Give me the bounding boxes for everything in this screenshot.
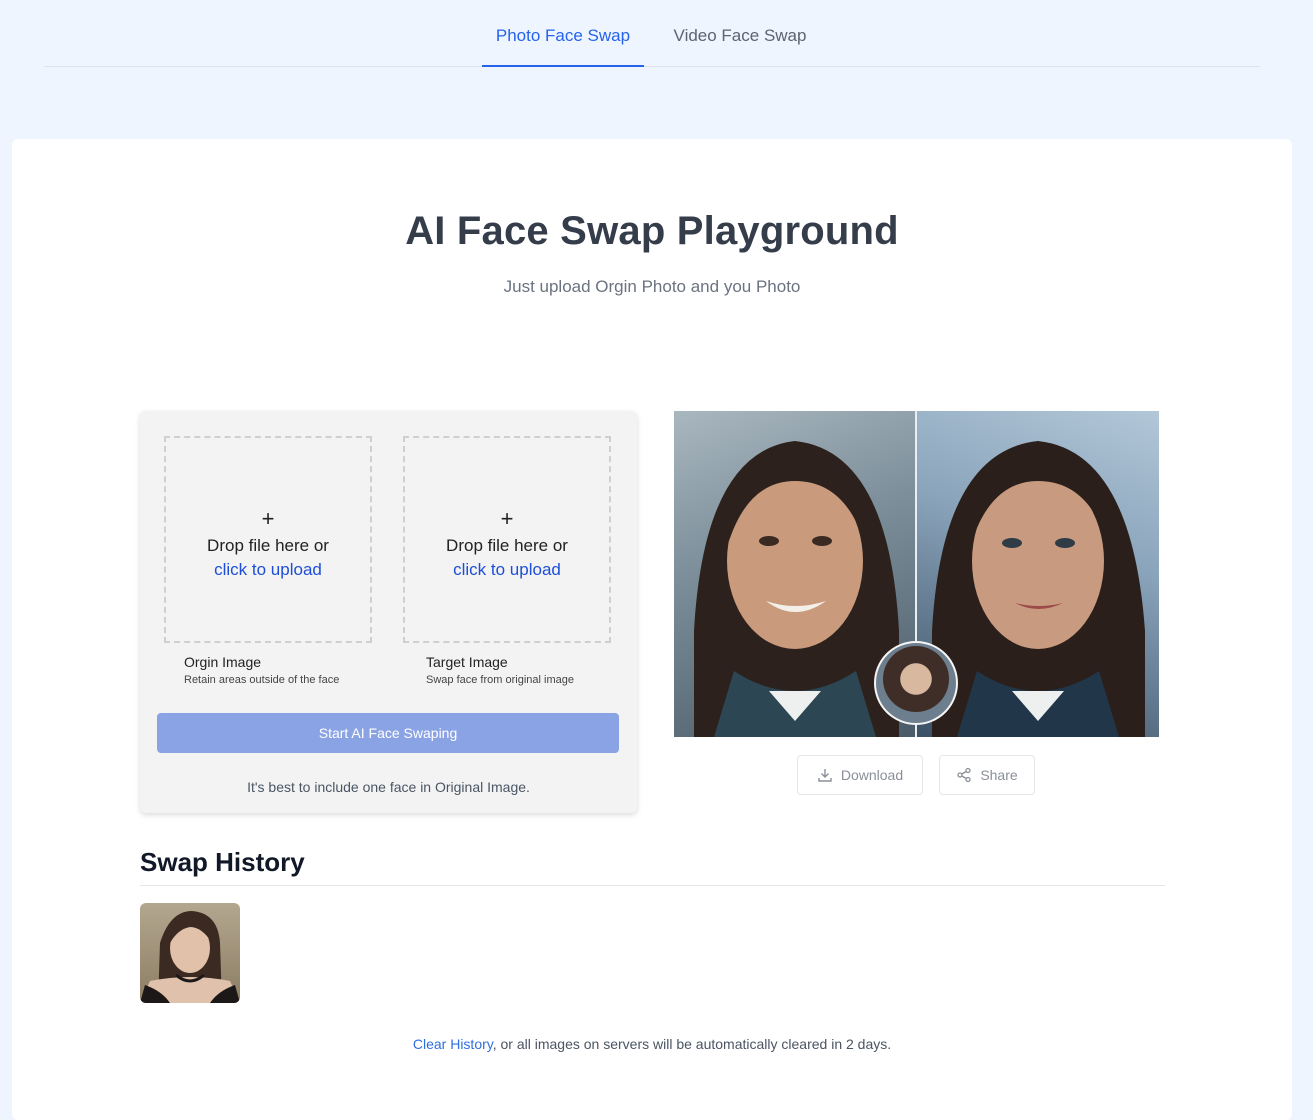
origin-image-dropzone[interactable]: + Drop file here or click to upload [164,436,372,643]
click-to-upload-link[interactable]: click to upload [405,560,609,580]
plus-icon: + [261,506,275,531]
click-to-upload-link[interactable]: click to upload [166,560,370,580]
target-image-dropzone[interactable]: + Drop file here or click to upload [403,436,611,643]
upload-note: It's best to include one face in Origina… [247,779,530,795]
target-image-label: Target Image [426,654,508,670]
main-card: AI Face Swap Playground Just upload Orgi… [12,139,1292,1120]
tab-bar: Photo Face Swap Video Face Swap [44,0,1260,67]
clear-history-link[interactable]: Clear History [413,1036,493,1052]
download-icon [818,769,832,782]
swap-history-title: Swap History [140,847,305,877]
page-title: AI Face Swap Playground [405,209,899,253]
share-button[interactable]: Share [939,755,1035,795]
start-face-swap-button[interactable]: Start AI Face Swaping [157,713,619,753]
tab-video-face-swap[interactable]: Video Face Swap [660,0,820,67]
clear-history-note: , or all images on servers will be autom… [492,1036,892,1052]
origin-image-hint: Retain areas outside of the face [184,674,340,686]
plus-icon: + [500,506,514,531]
origin-image-label: Orgin Image [184,654,262,670]
tab-photo-face-swap[interactable]: Photo Face Swap [482,0,644,67]
download-label: Download [840,767,904,783]
history-divider [140,885,1165,886]
page-subtitle: Just upload Orgin Photo and you Photo [503,277,801,296]
share-icon [957,767,971,783]
drop-text: Drop file here or [446,536,568,555]
download-button[interactable]: Download [797,755,923,795]
source-face-thumbnail [874,641,958,725]
history-footer-note: Clear History, or all images on servers … [12,1036,1292,1052]
target-image-hint: Swap face from original image [426,674,574,686]
upload-panel: + Drop file here or click to upload + Dr… [140,411,637,813]
result-preview-image [674,411,1159,737]
share-label: Share [980,767,1018,783]
history-item-thumbnail[interactable] [140,903,240,1003]
drop-text: Drop file here or [207,536,329,555]
